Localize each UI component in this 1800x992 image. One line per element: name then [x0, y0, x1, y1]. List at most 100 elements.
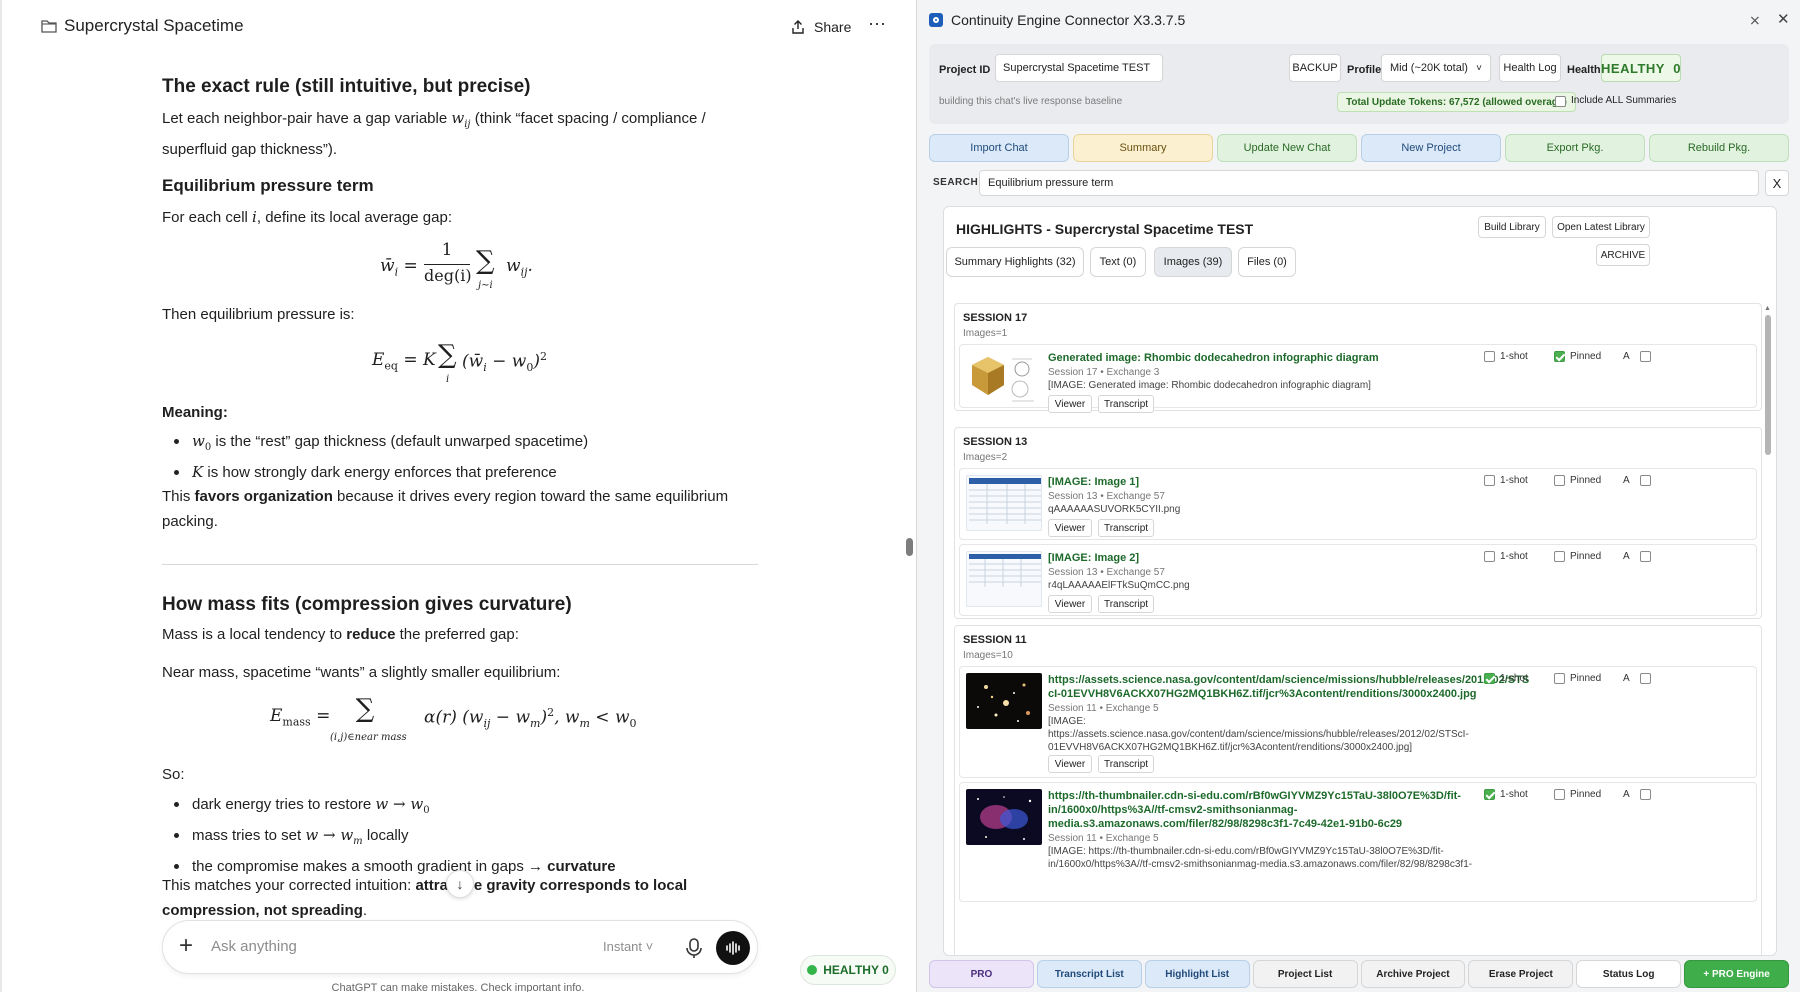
- backup-button[interactable]: BACKUP: [1289, 54, 1341, 82]
- one-shot-checkbox[interactable]: [1484, 351, 1495, 362]
- item-title[interactable]: Generated image: Rhombic dodecahedron in…: [1048, 351, 1379, 365]
- bottom-status-log-button[interactable]: Status Log: [1576, 960, 1682, 988]
- more-options-icon[interactable]: ⋯: [868, 14, 887, 35]
- highlights-panel: HIGHLIGHTS - Supercrystal Spacetime TEST…: [943, 206, 1777, 956]
- health-status-pill[interactable]: HEALTHY 0: [800, 955, 896, 985]
- scroll-up-icon[interactable]: ▲: [1764, 305, 1771, 312]
- a-checkbox[interactable]: [1640, 351, 1651, 362]
- microphone-icon[interactable]: [683, 936, 705, 960]
- bottom-erase-project-button[interactable]: Erase Project: [1468, 960, 1574, 988]
- bottom-pro-button[interactable]: PRO: [929, 960, 1034, 988]
- viewer-button[interactable]: Viewer: [1048, 395, 1092, 413]
- thumbnail-image[interactable]: [966, 475, 1042, 531]
- open-latest-library-button[interactable]: Open Latest Library: [1552, 216, 1650, 238]
- item-title[interactable]: [IMAGE: Image 2]: [1048, 551, 1139, 565]
- build-library-button[interactable]: Build Library: [1478, 216, 1546, 238]
- session-count: Images=2: [963, 452, 1008, 463]
- action-update-new-chat-button[interactable]: Update New Chat: [1217, 134, 1357, 162]
- eq3-cond-sub2: 0: [629, 717, 637, 731]
- item-title[interactable]: https://th-thumbnailer.cdn-si-edu.com/rB…: [1048, 789, 1461, 831]
- share-button[interactable]: Share: [790, 14, 851, 40]
- screen: Supercrystal Spacetime Share ⋯ The exact…: [0, 0, 1800, 992]
- chat-title[interactable]: Supercrystal Spacetime: [64, 16, 244, 36]
- bottom-pro-engine-button[interactable]: + PRO Engine: [1684, 960, 1789, 988]
- bottom-transcript-list-button[interactable]: Transcript List: [1036, 960, 1142, 988]
- plus-icon[interactable]: +: [179, 932, 193, 960]
- eq1-term-var: w: [506, 256, 521, 276]
- mass-intro-post: the preferred gap:: [395, 626, 519, 643]
- a-checkbox[interactable]: [1640, 789, 1651, 800]
- project-id-input[interactable]: Supercrystal Spacetime TEST: [995, 54, 1163, 82]
- pinned-checkbox[interactable]: [1554, 351, 1565, 362]
- tab-images[interactable]: Images (39): [1154, 247, 1232, 277]
- mode-selector[interactable]: Instant ˅: [603, 939, 653, 954]
- viewer-button[interactable]: Viewer: [1048, 755, 1092, 773]
- health-log-button[interactable]: Health Log: [1499, 54, 1561, 82]
- voice-mode-button[interactable]: [716, 931, 750, 965]
- heading-exact-rule: The exact rule (still intuitive, but pre…: [162, 76, 531, 97]
- thumbnail-image[interactable]: [966, 789, 1042, 845]
- matches-pre: This matches your corrected intuition:: [162, 877, 416, 894]
- a-checkbox[interactable]: [1640, 551, 1651, 562]
- action-rebuild-pkg-button[interactable]: Rebuild Pkg.: [1649, 134, 1789, 162]
- archive-button[interactable]: ARCHIVE: [1596, 244, 1650, 266]
- one-shot-checkbox[interactable]: [1484, 551, 1495, 562]
- galaxy-cluster-thumbnail: [977, 683, 1030, 722]
- arrow-down-icon: ↓: [456, 876, 464, 892]
- highlights-scrollbar-thumb[interactable]: [1765, 315, 1771, 455]
- viewer-button[interactable]: Viewer: [1048, 519, 1092, 537]
- a-checkbox[interactable]: [1640, 475, 1651, 486]
- eq3-body: α(r) (wij − wm)2, wm < w0: [424, 706, 637, 730]
- tab-text[interactable]: Text (0): [1090, 247, 1146, 277]
- viewer-button[interactable]: Viewer: [1048, 595, 1092, 613]
- pinned-checkbox[interactable]: [1554, 673, 1565, 684]
- pinned-checkbox[interactable]: [1554, 475, 1565, 486]
- action-import-chat-button[interactable]: Import Chat: [929, 134, 1069, 162]
- health-count: 0: [1673, 60, 1681, 76]
- a-checkbox[interactable]: [1640, 673, 1651, 684]
- action-new-project-button[interactable]: New Project: [1361, 134, 1501, 162]
- health-badge[interactable]: HEALTHY 0: [1601, 54, 1681, 82]
- action-export-pkg-button[interactable]: Export Pkg.: [1505, 134, 1645, 162]
- thumbnail-image[interactable]: [966, 673, 1042, 729]
- transcript-button[interactable]: Transcript: [1098, 395, 1154, 413]
- transcript-button[interactable]: Transcript: [1098, 519, 1154, 537]
- one-shot-checkbox[interactable]: [1484, 673, 1495, 684]
- pinned-checkbox[interactable]: [1554, 551, 1565, 562]
- item-title[interactable]: [IMAGE: Image 1]: [1048, 475, 1139, 489]
- so-2-post: locally: [362, 827, 409, 844]
- transcript-button[interactable]: Transcript: [1098, 595, 1154, 613]
- tab-files[interactable]: Files (0): [1238, 247, 1296, 277]
- bullet-cluster-thumbnail: [977, 796, 1032, 840]
- clear-search-button[interactable]: X: [1765, 170, 1789, 196]
- unpin-icon[interactable]: ⨯: [1749, 12, 1761, 29]
- thumbnail-image[interactable]: [966, 351, 1042, 407]
- eq3-sum-sub: (i,j)∈near mass: [330, 732, 407, 743]
- bottom-archive-project-button[interactable]: Archive Project: [1360, 960, 1466, 988]
- item-desc-line1: [IMAGE:: [1048, 716, 1086, 727]
- profile-select[interactable]: Mid (~20K total) ˅: [1381, 54, 1491, 82]
- eq2-body-mid: − w: [486, 351, 527, 372]
- one-shot-checkbox[interactable]: [1484, 475, 1495, 486]
- composer[interactable]: + Ask anything Instant ˅: [162, 920, 758, 974]
- one-shot-checkbox[interactable]: [1484, 789, 1495, 800]
- rhombic-dodecahedron-thumbnail: [972, 357, 1034, 402]
- close-icon[interactable]: ✕: [1777, 10, 1790, 28]
- mode-label: Instant: [603, 939, 643, 954]
- action-summary-button[interactable]: Summary: [1073, 134, 1213, 162]
- scroll-down-button[interactable]: ↓: [446, 870, 474, 898]
- item-title[interactable]: https://assets.science.nasa.gov/content/…: [1048, 673, 1529, 701]
- thumbnail-image[interactable]: [966, 551, 1042, 607]
- chevron-down-icon: ˅: [645, 939, 654, 954]
- item-title-line3: media.s3.amazonaws.com/filer/82/98/8298c…: [1048, 818, 1403, 830]
- bottom-project-list-button[interactable]: Project List: [1252, 960, 1358, 988]
- transcript-button[interactable]: Transcript: [1098, 755, 1154, 773]
- bottom-highlight-list-button[interactable]: Highlight List: [1144, 960, 1250, 988]
- chat-scrollbar[interactable]: [906, 538, 913, 556]
- include-all-checkbox[interactable]: [1555, 96, 1566, 107]
- composer-input[interactable]: Ask anything: [211, 938, 297, 955]
- tab-summary-highlights[interactable]: Summary Highlights (32): [946, 247, 1084, 277]
- pinned-checkbox[interactable]: [1554, 789, 1565, 800]
- search-input[interactable]: Equilibrium pressure term: [979, 170, 1759, 196]
- so-1-math: w → w: [375, 795, 424, 813]
